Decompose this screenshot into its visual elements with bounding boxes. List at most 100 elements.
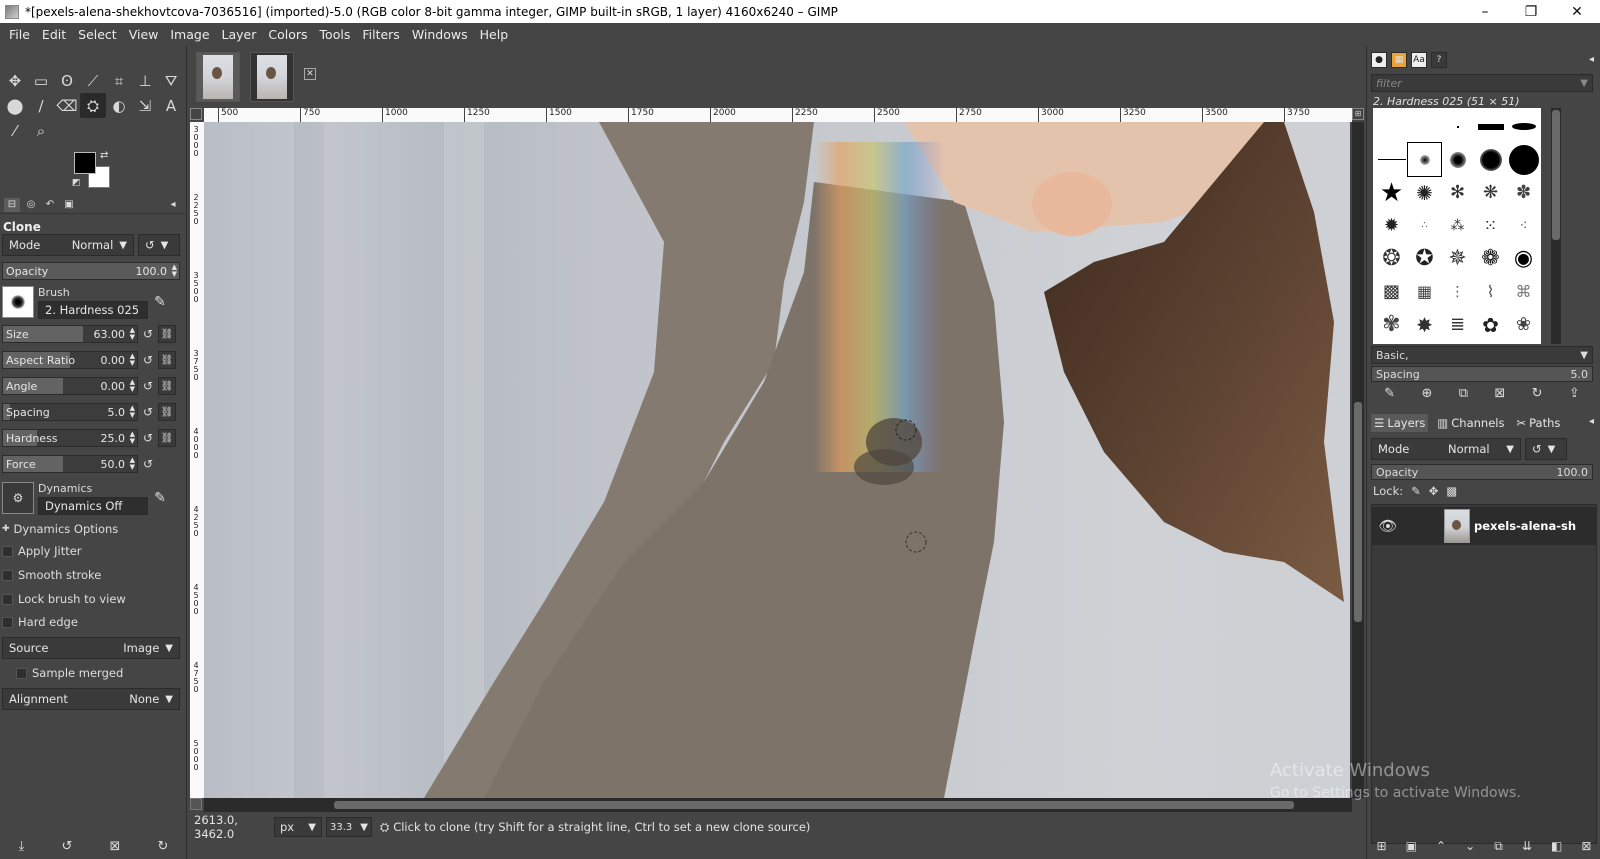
reset-aspect-icon[interactable]: ↺ (138, 353, 158, 367)
tool-options-tab-icon[interactable]: ⊟ (4, 197, 20, 212)
warp-tool-icon[interactable]: ⛛ (158, 68, 184, 93)
brush-preset-combo[interactable]: Basic, ▼ (1371, 346, 1593, 364)
swap-colors-icon[interactable]: ⇄ (100, 150, 108, 161)
paths-tool-icon[interactable]: ⇲ (132, 93, 158, 118)
layer-row[interactable]: 👁 pexels-alena-sh (1372, 507, 1596, 545)
mask-layer-icon[interactable]: ◧ (1551, 839, 1562, 853)
restore-options-icon[interactable]: ↺ (61, 839, 72, 854)
unit-combo[interactable]: px ▼ (274, 817, 322, 837)
menu-file[interactable]: File (3, 27, 36, 42)
refresh-brushes-icon[interactable]: ↻ (1532, 386, 1543, 406)
mode-reset-combo[interactable]: ↺ ▼ (138, 234, 180, 256)
brush-scrollbar[interactable] (1551, 108, 1561, 344)
menu-tools[interactable]: Tools (314, 27, 357, 42)
smooth-stroke-checkbox[interactable] (2, 569, 13, 581)
link-size-icon[interactable]: ⛓ (158, 325, 176, 343)
configure-dock-icon[interactable]: ◂ (1589, 54, 1594, 65)
menu-windows[interactable]: Windows (406, 27, 474, 42)
text-tool-icon[interactable]: A (158, 93, 184, 118)
menu-select[interactable]: Select (72, 27, 123, 42)
link-spacing-icon[interactable]: ⛓ (158, 403, 176, 421)
reset-hardness-icon[interactable]: ↺ (138, 431, 158, 445)
apply-jitter-checkbox[interactable] (2, 545, 13, 557)
link-angle-icon[interactable]: ⛓ (158, 377, 176, 395)
ruler-corner[interactable] (190, 108, 202, 120)
tab-layers[interactable]: ☰ Layers (1371, 414, 1429, 432)
configure-tab-icon[interactable]: ◂ (165, 198, 181, 212)
quick-mask-toggle[interactable] (190, 798, 202, 810)
open-brush-icon[interactable]: ⇪ (1569, 386, 1580, 406)
foreground-color[interactable] (74, 152, 96, 174)
vertical-ruler[interactable]: 3000 2250 3500 3750 4000 4250 4500 4750 … (190, 122, 204, 798)
bucket-fill-tool-icon[interactable]: ⬤ (2, 93, 28, 118)
layer-opacity-slider[interactable]: Opacity 100.0 (1371, 464, 1593, 480)
brush-preview[interactable] (2, 286, 34, 318)
paintbrush-tool-icon[interactable]: ∕ (28, 93, 54, 118)
sample-merged-row[interactable]: Sample merged (16, 666, 198, 680)
reset-size-icon[interactable]: ↺ (138, 327, 158, 341)
image-tab-2[interactable] (250, 52, 294, 102)
zoom-tool-icon[interactable]: ⌕ (28, 118, 54, 143)
menu-layer[interactable]: Layer (216, 27, 263, 42)
lock-position-icon[interactable]: ✥ (1429, 484, 1439, 498)
delete-layer-icon[interactable]: ⊠ (1581, 839, 1591, 853)
help-tab-icon[interactable]: ? (1431, 52, 1447, 68)
dynamics-preview-icon[interactable]: ⚙ (2, 482, 34, 514)
brush-spacing-slider[interactable]: Spacing 5.0 (1371, 366, 1593, 382)
close-button[interactable]: ✕ (1554, 0, 1600, 23)
reset-colors-icon[interactable]: ◩ (72, 178, 81, 188)
hardness-slider[interactable]: Hardness 25.0 ▲ ▼ (2, 429, 138, 447)
layer-mode-combo[interactable]: Mode Normal ▼ (1371, 438, 1521, 460)
sample-merged-checkbox[interactable] (16, 667, 27, 679)
menu-colors[interactable]: Colors (262, 27, 313, 42)
delete-options-icon[interactable]: ⊠ (109, 839, 120, 854)
menu-edit[interactable]: Edit (36, 27, 72, 42)
save-options-icon[interactable]: ⤓ (19, 839, 25, 854)
new-layer-icon[interactable]: ⊞ (1377, 839, 1387, 853)
crop-tool-icon[interactable]: ⌗ (106, 68, 132, 93)
smudge-tool-icon[interactable]: ◐ (106, 93, 132, 118)
align-tool-icon[interactable]: ⊥ (132, 68, 158, 93)
opacity-slider[interactable]: Opacity 100.0 ▲ ▼ (2, 262, 180, 280)
vertical-scrollbar[interactable] (1352, 122, 1364, 798)
image-canvas[interactable] (204, 122, 1350, 798)
configure-layers-icon[interactable]: ◂ (1589, 416, 1594, 427)
brush-filter-input[interactable]: filter ▼ (1371, 74, 1593, 92)
menu-help[interactable]: Help (474, 27, 515, 42)
images-tab-icon[interactable]: ▣ (61, 198, 77, 212)
lasso-tool-icon[interactable]: ʘ (54, 68, 80, 93)
eraser-tool-icon[interactable]: ⌫ (54, 93, 80, 118)
reset-spacing-icon[interactable]: ↺ (138, 405, 158, 419)
fuzzy-select-tool-icon[interactable]: ⟋ (80, 68, 106, 93)
dynamics-options-row[interactable]: ✚ Dynamics Options (2, 522, 184, 536)
source-combo[interactable]: Source Image ▼ (2, 637, 180, 659)
close-tab-icon[interactable]: ✕ (304, 68, 316, 80)
alignment-combo[interactable]: Alignment None ▼ (2, 688, 180, 710)
link-aspect-icon[interactable]: ⛓ (158, 351, 176, 369)
reset-angle-icon[interactable]: ↺ (138, 379, 158, 393)
edit-brush-icon[interactable]: ✎ (1384, 386, 1395, 406)
new-brush-icon[interactable]: ⊕ (1421, 386, 1432, 406)
tab-paths[interactable]: ✂ Paths (1513, 414, 1563, 432)
minimize-button[interactable]: – (1462, 0, 1508, 23)
merge-layer-icon[interactable]: ⇊ (1522, 839, 1532, 853)
brush-name-field[interactable]: 2. Hardness 025 (38, 300, 148, 319)
brush-grid[interactable]: ★ ✺ ✻ ❋ ✽ ✹ ∴ ⁂ ⁙ ⁖ ❂ ✪ ✵ ❁ ◉ ▩ ▦ ⋮ ⌇ ⌘ ✾ ✸ ≣ ✿ ❀ (1373, 108, 1541, 344)
lower-layer-icon[interactable]: ⌄ (1465, 839, 1475, 853)
link-hardness-icon[interactable]: ⛓ (158, 429, 176, 447)
zoom-combo[interactable]: 33.3 ▼ (326, 817, 372, 837)
eye-visibility-icon[interactable]: 👁 (1372, 517, 1404, 535)
force-slider[interactable]: Force 50.0 ▲ ▼ (2, 455, 138, 473)
edit-brush-icon[interactable]: ✎ (148, 294, 172, 310)
brushes-tab-icon[interactable]: ● (1371, 52, 1387, 68)
size-slider[interactable]: Size 63.00 ▲ ▼ (2, 325, 138, 343)
menu-image[interactable]: Image (164, 27, 215, 42)
device-status-tab-icon[interactable]: ◎ (23, 198, 39, 212)
smooth-stroke-row[interactable]: Smooth stroke (2, 568, 184, 582)
clone-tool-icon[interactable]: ⛭ (80, 93, 106, 118)
layer-composite-combo[interactable]: ↺ ▼ (1525, 438, 1567, 460)
duplicate-layer-icon[interactable]: ⧉ (1494, 839, 1503, 854)
duplicate-brush-icon[interactable]: ⧉ (1459, 386, 1468, 406)
reset-force-icon[interactable]: ↺ (138, 457, 158, 471)
navigate-icon[interactable]: ⊞ (1352, 108, 1364, 120)
